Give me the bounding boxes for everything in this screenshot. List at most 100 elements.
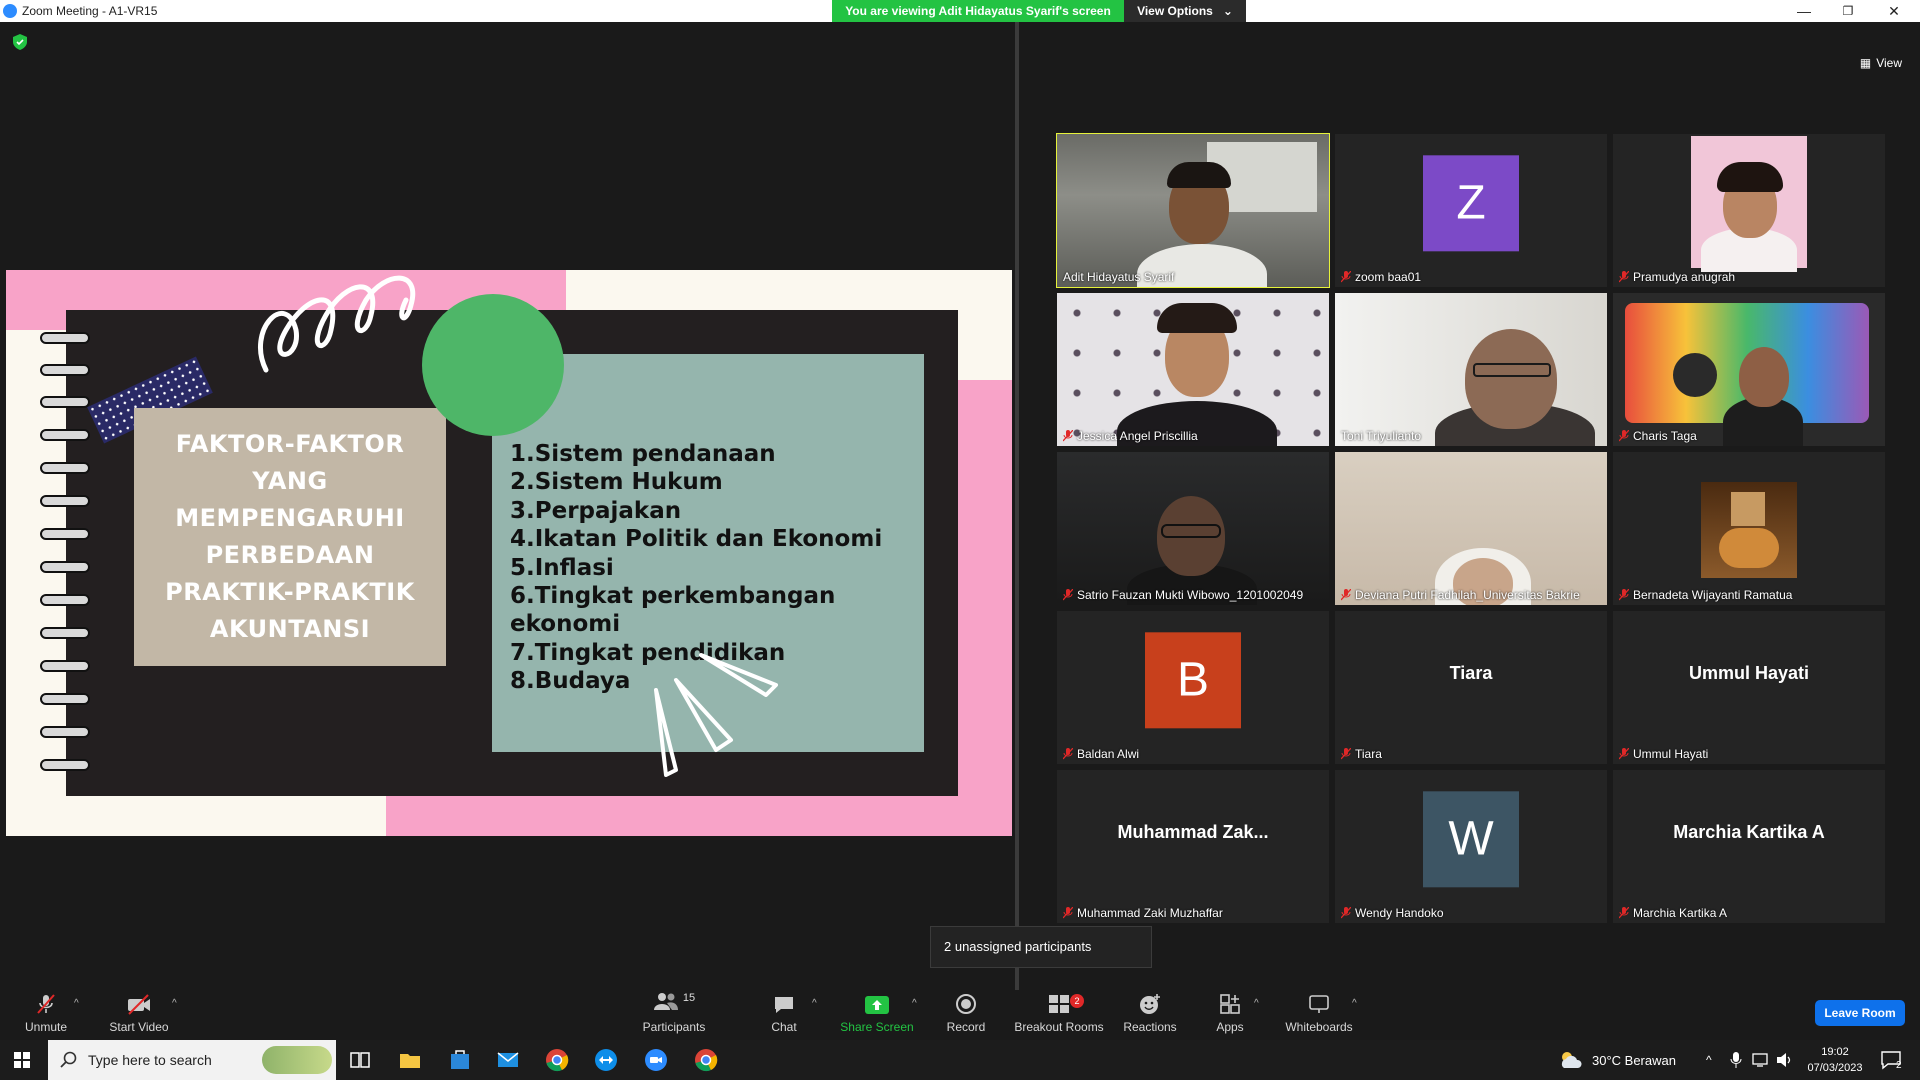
participant-name: Satrio Fauzan Mukti Wibowo_1201002049 — [1063, 588, 1303, 602]
participant-name: Bernadeta Wijayanti Ramatua — [1619, 588, 1792, 602]
breakout-rooms-button[interactable]: 2 Breakout Rooms — [1012, 990, 1106, 1040]
participant-tile-deviana[interactable]: Deviana Putri Fadhilah_Universitas Bakri… — [1335, 452, 1607, 605]
presentation-slide: FAKTOR-FAKTOR YANG MEMPENGARUHI PERBEDAA… — [6, 270, 1012, 836]
participant-tile-charis[interactable]: Charis Taga — [1613, 293, 1885, 446]
participant-tile-baldan[interactable]: B Baldan Alwi — [1057, 611, 1329, 764]
start-video-button[interactable]: Start Video — [106, 990, 172, 1040]
weather-text[interactable]: 30°C Berawan — [1592, 1040, 1676, 1080]
share-screen-icon — [865, 996, 889, 1014]
participant-tile-jessica[interactable]: Jessica Angel Priscillia — [1057, 293, 1329, 446]
participants-label: Participants — [642, 1020, 706, 1034]
participant-name: Wendy Handoko — [1341, 906, 1444, 920]
video-options-caret[interactable]: ^ — [172, 998, 177, 1009]
volume-icon[interactable] — [1776, 1052, 1794, 1068]
share-options-caret[interactable]: ^ — [912, 998, 917, 1009]
mic-muted-icon — [37, 994, 55, 1014]
participants-count: 15 — [682, 992, 696, 1004]
spiral-ring — [40, 594, 90, 606]
participant-tile-satrio[interactable]: Satrio Fauzan Mukti Wibowo_1201002049 — [1057, 452, 1329, 605]
participant-tile-bernadeta[interactable]: Bernadeta Wijayanti Ramatua — [1613, 452, 1885, 605]
shield-icon[interactable] — [13, 34, 27, 50]
task-view-icon[interactable] — [348, 1048, 372, 1072]
chat-icon — [775, 997, 793, 1013]
slide-list-item: 2.Sistem Hukum — [510, 469, 723, 496]
participant-video — [1335, 293, 1607, 446]
zoom-taskbar-icon[interactable] — [644, 1048, 668, 1072]
network-icon[interactable] — [1752, 1052, 1770, 1068]
weather-cloud-icon[interactable] — [1558, 1048, 1584, 1072]
taskbar-search-box[interactable]: Type here to search — [48, 1040, 336, 1080]
meeting-toolbar: Unmute ^ Start Video ^ 15 Participants C… — [0, 990, 1920, 1040]
microphone-tray-icon[interactable] — [1730, 1052, 1742, 1068]
participant-display-name: Tiara — [1449, 663, 1493, 683]
whiteboards-options-caret[interactable]: ^ — [1352, 998, 1357, 1009]
participant-name: Muhammad Zaki Muzhaffar — [1063, 906, 1223, 920]
participant-name: Pramudya anugrah — [1619, 270, 1735, 284]
participant-tile-toni[interactable]: Toni Triyulianto — [1335, 293, 1607, 446]
maximize-button[interactable]: ❐ — [1826, 0, 1870, 22]
participants-button[interactable]: 15 Participants — [640, 990, 708, 1040]
clock-time: 19:02 — [1821, 1046, 1849, 1058]
tray-overflow-icon[interactable]: ^ — [1706, 1040, 1712, 1080]
video-off-icon — [128, 994, 150, 1015]
slide-list-item: 6.Tingkat perkembangan ekonomi — [510, 583, 836, 638]
microsoft-store-icon[interactable] — [448, 1048, 472, 1072]
participant-video — [1057, 452, 1329, 605]
share-screen-button[interactable]: Share Screen — [840, 990, 914, 1040]
participant-avatar — [1701, 482, 1797, 578]
chrome-profile-icon[interactable] — [694, 1048, 718, 1072]
taskbar-clock[interactable]: 19:02 07/03/2023 — [1800, 1044, 1870, 1076]
spiral-ring — [40, 627, 90, 639]
mic-muted-icon — [1341, 907, 1351, 919]
unmute-button[interactable]: Unmute — [20, 990, 72, 1040]
chat-button[interactable]: Chat — [764, 990, 804, 1040]
participant-name: Ummul Hayati — [1619, 747, 1708, 761]
windows-taskbar: Type here to search 30°C Berawan ^ 19:02… — [0, 1040, 1920, 1080]
participant-name: Toni Triyulianto — [1341, 429, 1422, 443]
mic-muted-icon — [1619, 907, 1629, 919]
participant-tile-wendy[interactable]: W Wendy Handoko — [1335, 770, 1607, 923]
participant-name: Marchia Kartika A — [1619, 906, 1727, 920]
zoom-app-icon — [3, 4, 17, 18]
chrome-icon[interactable] — [545, 1048, 569, 1072]
leave-room-button[interactable]: Leave Room — [1815, 1000, 1905, 1026]
record-button[interactable]: Record — [944, 990, 988, 1040]
file-explorer-icon[interactable] — [398, 1048, 422, 1072]
chat-options-caret[interactable]: ^ — [812, 998, 817, 1009]
participants-icon — [653, 993, 678, 1010]
search-placeholder: Type here to search — [88, 1052, 212, 1068]
spiral-ring — [40, 462, 90, 474]
participant-tile-adit[interactable]: Adit Hidayatus Syarif — [1056, 133, 1330, 288]
participant-name: zoom baa01 — [1341, 270, 1421, 284]
participant-tile-zoom-baa01[interactable]: Z zoom baa01 — [1335, 134, 1607, 287]
spiral-ring — [40, 528, 90, 540]
unassigned-participants-tooltip: 2 unassigned participants — [930, 926, 1152, 968]
audio-options-caret[interactable]: ^ — [74, 998, 79, 1009]
minimize-button[interactable]: — — [1782, 0, 1826, 22]
search-highlight-image — [262, 1046, 332, 1074]
mic-muted-icon — [1619, 748, 1629, 760]
participant-tile-pramudya[interactable]: Pramudya anugrah — [1613, 134, 1885, 287]
whiteboards-button[interactable]: Whiteboards — [1282, 990, 1356, 1040]
apps-options-caret[interactable]: ^ — [1254, 998, 1259, 1009]
participant-tile-tiara[interactable]: Tiara Tiara — [1335, 611, 1607, 764]
participant-tile-marchia[interactable]: Marchia Kartika A Marchia Kartika A — [1613, 770, 1885, 923]
view-button[interactable]: ▦ View — [1860, 56, 1902, 70]
teamviewer-icon[interactable] — [594, 1048, 618, 1072]
windows-start-icon[interactable] — [14, 1052, 30, 1068]
view-options-button[interactable]: View Options ⌄ — [1124, 0, 1246, 22]
reactions-icon — [1140, 994, 1160, 1014]
slide-title: FAKTOR-FAKTOR YANG MEMPENGARUHI PERBEDAA… — [165, 430, 415, 643]
mail-icon[interactable] — [496, 1048, 520, 1072]
paper-plane-decoration — [654, 653, 778, 777]
participant-tile-muhammad-zaki[interactable]: Muhammad Zak... Muhammad Zaki Muzhaffar — [1057, 770, 1329, 923]
close-button[interactable]: ✕ — [1872, 0, 1916, 22]
search-icon — [60, 1051, 77, 1068]
participant-tile-ummul[interactable]: Ummul Hayati Ummul Hayati — [1613, 611, 1885, 764]
participant-video — [1057, 293, 1329, 446]
shared-screen[interactable]: FAKTOR-FAKTOR YANG MEMPENGARUHI PERBEDAA… — [0, 22, 1014, 990]
apps-button[interactable]: Apps — [1210, 990, 1250, 1040]
mic-muted-icon — [1619, 589, 1629, 601]
breakout-rooms-badge: 2 — [1070, 994, 1084, 1008]
reactions-button[interactable]: Reactions — [1120, 990, 1180, 1040]
